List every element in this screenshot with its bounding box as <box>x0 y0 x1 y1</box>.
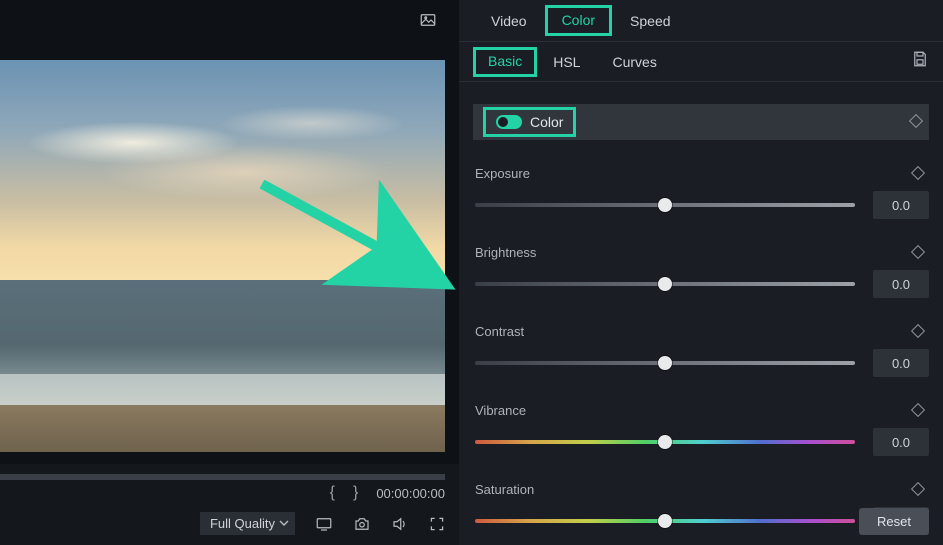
image-icon[interactable] <box>419 11 437 29</box>
inspector-pane: Video Color Speed Basic HSL Curves Color… <box>459 0 943 545</box>
vibrance-slider[interactable] <box>475 440 855 444</box>
preview-top-bar <box>0 0 459 40</box>
exposure-block: Exposure 0.0 <box>473 166 929 219</box>
display-icon[interactable] <box>315 516 333 532</box>
main-tabs: Video Color Speed <box>459 0 943 42</box>
exposure-slider[interactable] <box>475 203 855 207</box>
section-color-highlight: Color <box>483 107 576 137</box>
mark-out-icon[interactable]: } <box>353 484 358 502</box>
mark-in-icon[interactable]: { <box>330 484 335 502</box>
subtab-basic-highlight: Basic <box>473 47 537 77</box>
vibrance-value[interactable]: 0.0 <box>873 428 929 456</box>
tab-speed[interactable]: Speed <box>612 3 688 39</box>
fullscreen-icon[interactable] <box>429 516 445 532</box>
quality-dropdown[interactable]: Full Quality <box>200 512 295 535</box>
brightness-label: Brightness <box>475 245 536 260</box>
vibrance-block: Vibrance 0.0 <box>473 403 929 456</box>
preview-controls: Full Quality <box>0 506 459 545</box>
preview-viewport[interactable] <box>0 40 459 464</box>
saturation-label: Saturation <box>475 482 534 497</box>
contrast-block: Contrast 0.0 <box>473 324 929 377</box>
brightness-value[interactable]: 0.0 <box>873 270 929 298</box>
keyframe-icon[interactable] <box>913 324 923 339</box>
keyframe-icon[interactable] <box>913 482 923 497</box>
vibrance-label: Vibrance <box>475 403 526 418</box>
keyframe-icon[interactable] <box>913 403 923 418</box>
volume-icon[interactable] <box>391 516 409 532</box>
subtab-curves[interactable]: Curves <box>596 48 672 76</box>
color-panel: Color Exposure 0.0 Brightness 0.0 <box>459 82 943 545</box>
subtab-basic[interactable]: Basic <box>478 51 532 71</box>
contrast-value[interactable]: 0.0 <box>873 349 929 377</box>
brightness-slider[interactable] <box>475 282 855 286</box>
color-toggle[interactable] <box>496 115 522 129</box>
scrub-bar[interactable] <box>0 474 445 480</box>
timecode: 00:00:00:00 <box>376 486 445 501</box>
contrast-slider[interactable] <box>475 361 855 365</box>
keyframe-icon[interactable] <box>913 245 923 260</box>
sub-tabs-row: Basic HSL Curves <box>459 42 943 82</box>
reset-row: Reset <box>859 508 929 535</box>
save-preset-icon[interactable] <box>911 50 929 73</box>
keyframe-icon[interactable] <box>913 166 923 181</box>
brightness-block: Brightness 0.0 <box>473 245 929 298</box>
exposure-label: Exposure <box>475 166 530 181</box>
reset-button[interactable]: Reset <box>859 508 929 535</box>
section-color-header: Color <box>473 104 929 140</box>
subtab-hsl[interactable]: HSL <box>537 48 596 76</box>
keyframe-icon[interactable] <box>911 113 921 131</box>
preview-image <box>0 60 445 452</box>
contrast-label: Contrast <box>475 324 524 339</box>
tab-color-highlight: Color <box>545 5 612 36</box>
preview-pane: { } 00:00:00:00 Full Quality <box>0 0 459 545</box>
saturation-slider[interactable] <box>475 519 855 523</box>
timecode-row: { } 00:00:00:00 <box>0 482 459 506</box>
tab-color[interactable]: Color <box>562 12 595 28</box>
snapshot-icon[interactable] <box>353 516 371 532</box>
section-color-title: Color <box>530 114 563 130</box>
exposure-value[interactable]: 0.0 <box>873 191 929 219</box>
tab-video[interactable]: Video <box>473 3 545 39</box>
